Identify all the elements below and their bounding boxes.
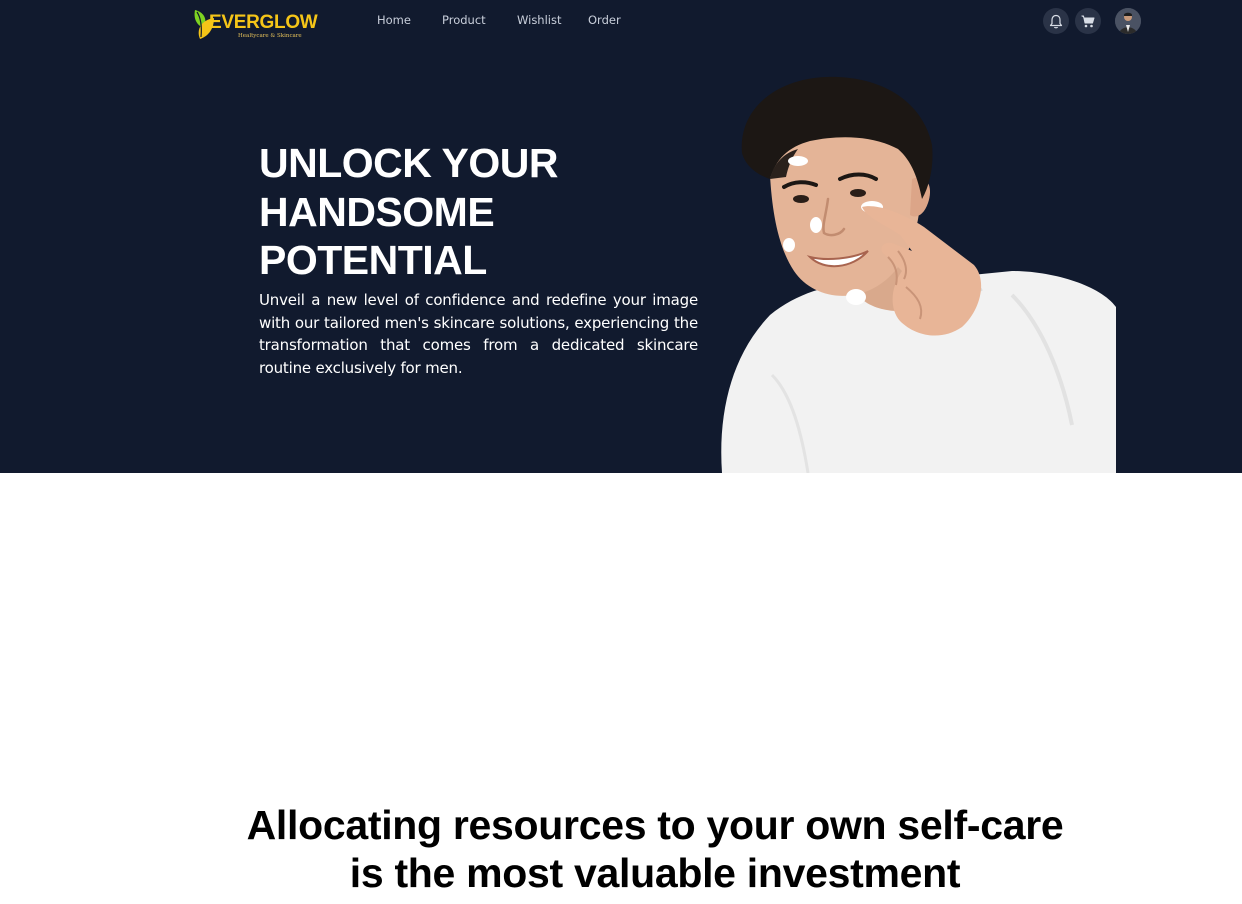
cart-icon [1081,15,1095,27]
user-avatar[interactable] [1115,8,1141,34]
hero-description: Unveil a new level of confidence and red… [259,291,698,377]
user-photo-icon [1115,8,1141,34]
nav-order[interactable]: Order [588,13,621,27]
cart-button[interactable] [1075,8,1101,34]
hero-section: EVERGLOW Healtycare & Skincare Home Prod… [0,0,1242,473]
section-heading-line2: is the most valuable investment [349,850,961,896]
nav-product[interactable]: Product [442,13,486,27]
brand-tagline: Healtycare & Skincare [238,33,302,39]
hero-model-image [721,76,1116,473]
nav-home[interactable]: Home [377,13,411,27]
brand-logo[interactable]: EVERGLOW Healtycare & Skincare [192,6,332,42]
notification-button[interactable] [1043,8,1069,34]
hero-title: UNLOCK YOUR HANDSOME POTENTIAL [259,140,558,283]
brand-name: EVERGLOW [209,12,318,33]
section-heading-line1: Allocating resources to your own self-ca… [246,802,1064,848]
bell-icon [1049,14,1063,28]
section-heading: Allocating resources to your own self-ca… [0,801,1242,897]
nav-wishlist[interactable]: Wishlist [517,13,561,27]
